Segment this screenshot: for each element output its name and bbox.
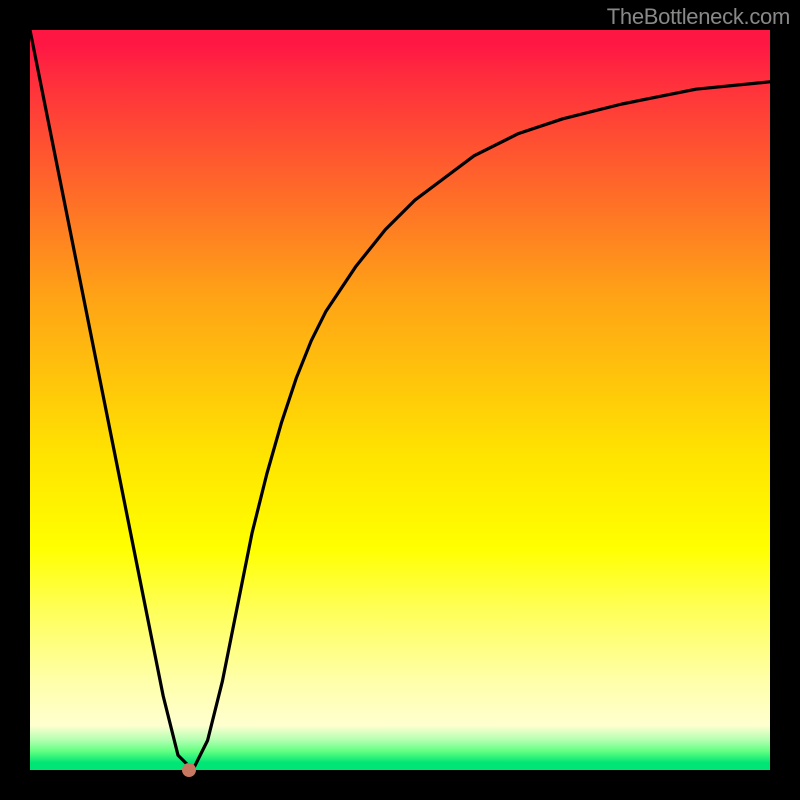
bottleneck-curve: [30, 30, 770, 770]
curve-path: [30, 30, 770, 770]
optimal-point-marker: [182, 763, 196, 777]
chart-frame: TheBottleneck.com: [0, 0, 800, 800]
watermark-text: TheBottleneck.com: [607, 4, 790, 30]
plot-area: [30, 30, 770, 770]
